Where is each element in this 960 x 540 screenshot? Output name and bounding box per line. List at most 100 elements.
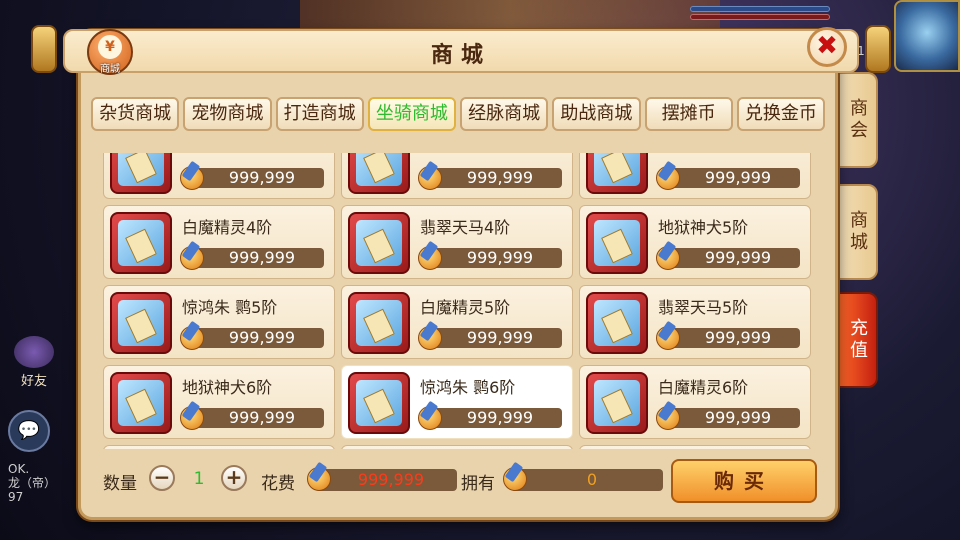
coin-icon bbox=[654, 320, 682, 352]
close-icon: ✖ bbox=[816, 31, 838, 61]
tab-5[interactable]: 助战商城 bbox=[552, 97, 641, 131]
side-tab-mall[interactable]: 商城 bbox=[836, 184, 878, 280]
tab-2[interactable]: 打造商城 bbox=[275, 97, 364, 131]
item-grid: 999,999 999,999 999,999 白魔精灵4阶 999,999 翡翠天马4阶… bbox=[103, 153, 817, 449]
yen-icon: ¥ bbox=[98, 35, 122, 59]
item-price: 999,999 bbox=[228, 328, 296, 347]
shop-item[interactable]: 惊鸿朱 鹮6阶 999,999 bbox=[341, 365, 573, 439]
mana-bar bbox=[690, 6, 830, 12]
tab-6[interactable]: 摆摊币 bbox=[644, 97, 733, 131]
scroll-end-left bbox=[31, 25, 57, 73]
shop-item[interactable]: 999,999 bbox=[103, 153, 335, 199]
item-name: 惊鸿朱 鹮6阶 bbox=[420, 378, 516, 397]
tab-7[interactable]: 兑换金币 bbox=[736, 97, 825, 131]
side-tab-label: 商城 bbox=[847, 210, 868, 254]
coin-icon bbox=[416, 320, 444, 352]
buy-button[interactable]: 购买 bbox=[671, 459, 817, 503]
mount-scroll-icon bbox=[110, 153, 172, 194]
panel-title: 商城 bbox=[430, 43, 491, 68]
mount-scroll-icon bbox=[110, 212, 172, 274]
mount-scroll-icon bbox=[586, 292, 648, 354]
side-tab-recharge[interactable]: 充值 bbox=[836, 292, 878, 388]
tab-0[interactable]: 杂货商城 bbox=[91, 97, 180, 131]
shop-icon-label: 商城 bbox=[100, 64, 120, 75]
tab-4[interactable]: 经脉商城 bbox=[460, 97, 549, 131]
cost-value: 999,999 bbox=[357, 470, 425, 489]
item-price: 999,999 bbox=[466, 168, 534, 187]
coin-icon bbox=[501, 461, 529, 493]
title-bar: 商城 bbox=[31, 25, 891, 73]
price-field: 999,999 bbox=[424, 328, 562, 348]
quantity-label: 数量 bbox=[103, 474, 137, 494]
chat-button[interactable]: 💬 bbox=[8, 410, 50, 452]
item-name: 地狱神犬6阶 bbox=[182, 378, 273, 397]
cost-label: 花费 bbox=[261, 474, 295, 494]
shop-item[interactable]: 白魔精灵5阶 999,999 bbox=[341, 285, 573, 359]
mount-scroll-icon bbox=[586, 372, 648, 434]
item-name: 地狱神犬5阶 bbox=[658, 218, 749, 237]
price-field: 999,999 bbox=[662, 328, 800, 348]
shop-item[interactable]: 翡翠天马4阶 999,999 bbox=[341, 205, 573, 279]
side-tab-guild[interactable]: 商会 bbox=[836, 72, 878, 168]
mount-scroll-icon bbox=[110, 372, 172, 434]
coin-icon bbox=[305, 461, 333, 493]
item-name: 白魔精灵5阶 bbox=[420, 298, 511, 317]
price-field: 999,999 bbox=[662, 168, 800, 188]
quantity-value[interactable]: 1 bbox=[179, 469, 219, 489]
coin-icon bbox=[416, 240, 444, 272]
price-field: 999,999 bbox=[186, 168, 324, 188]
cost-field: 999,999 bbox=[315, 469, 457, 491]
tab-3[interactable]: 坐骑商城 bbox=[367, 97, 456, 131]
shop-item[interactable]: 惊鸿朱 鹮5阶 999,999 bbox=[103, 285, 335, 359]
coin-icon bbox=[178, 400, 206, 432]
shop-item[interactable]: 白魔精灵6阶 999,999 bbox=[579, 365, 811, 439]
price-field: 999,999 bbox=[662, 408, 800, 428]
item-price: 999,999 bbox=[228, 408, 296, 427]
item-name: 翡翠天马5阶 bbox=[658, 298, 749, 317]
item-price: 999,999 bbox=[228, 168, 296, 187]
chat-line: 龙（帝） bbox=[8, 476, 57, 490]
price-field: 999,999 bbox=[424, 248, 562, 268]
friends-icon bbox=[14, 336, 54, 368]
item-price: 999,999 bbox=[704, 168, 772, 187]
shop-item[interactable]: 翡翠天马5阶 999,999 bbox=[579, 285, 811, 359]
item-name: 白魔精灵4阶 bbox=[182, 218, 273, 237]
item-price: 999,999 bbox=[704, 408, 772, 427]
shop-item[interactable]: 999,999 bbox=[341, 153, 573, 199]
shop-item[interactable]: 白魔精灵4阶 999,999 bbox=[103, 205, 335, 279]
mount-scroll-icon bbox=[586, 153, 648, 194]
shop-item[interactable]: 地狱神犬5阶 999,999 bbox=[579, 205, 811, 279]
mount-scroll-icon bbox=[348, 372, 410, 434]
close-button[interactable]: ✖ bbox=[807, 27, 847, 67]
item-name: 白魔精灵6阶 bbox=[658, 378, 749, 397]
item-name: 惊鸿朱 鹮5阶 bbox=[182, 298, 278, 317]
player-avatar[interactable] bbox=[894, 0, 960, 72]
shop-item[interactable]: 翡翠天马6阶 bbox=[103, 445, 335, 449]
friends-button[interactable]: 好友 bbox=[6, 336, 62, 389]
price-field: 999,999 bbox=[662, 248, 800, 268]
coin-icon bbox=[416, 160, 444, 192]
shop-item[interactable]: 999,999 bbox=[579, 153, 811, 199]
item-name: 翡翠天马4阶 bbox=[420, 218, 511, 237]
item-price: 999,999 bbox=[466, 408, 534, 427]
health-bar bbox=[690, 14, 830, 20]
item-price: 999,999 bbox=[704, 328, 772, 347]
mount-scroll-icon bbox=[348, 212, 410, 274]
quantity-decrease-button[interactable]: − bbox=[149, 465, 175, 491]
chat-line: 97 bbox=[8, 490, 24, 504]
coin-icon bbox=[178, 240, 206, 272]
item-price: 999,999 bbox=[466, 328, 534, 347]
shop-item[interactable]: 龙飞战神 bbox=[341, 445, 573, 449]
shop-item[interactable]: 地狱神犬6阶 999,999 bbox=[103, 365, 335, 439]
tab-1[interactable]: 宠物商城 bbox=[183, 97, 272, 131]
owned-value: 0 bbox=[586, 470, 598, 489]
item-price: 999,999 bbox=[228, 248, 296, 267]
shop-item[interactable]: 炫龙龟 bbox=[579, 445, 811, 449]
mount-scroll-icon bbox=[348, 153, 410, 194]
quantity-increase-button[interactable]: + bbox=[221, 465, 247, 491]
item-list[interactable]: 999,999 999,999 999,999 白魔精灵4阶 999,999 翡翠天马4阶… bbox=[103, 153, 817, 449]
game-banner bbox=[300, 0, 720, 30]
coin-icon bbox=[178, 320, 206, 352]
side-tab-label: 充值 bbox=[847, 318, 868, 362]
friends-label: 好友 bbox=[20, 374, 47, 389]
